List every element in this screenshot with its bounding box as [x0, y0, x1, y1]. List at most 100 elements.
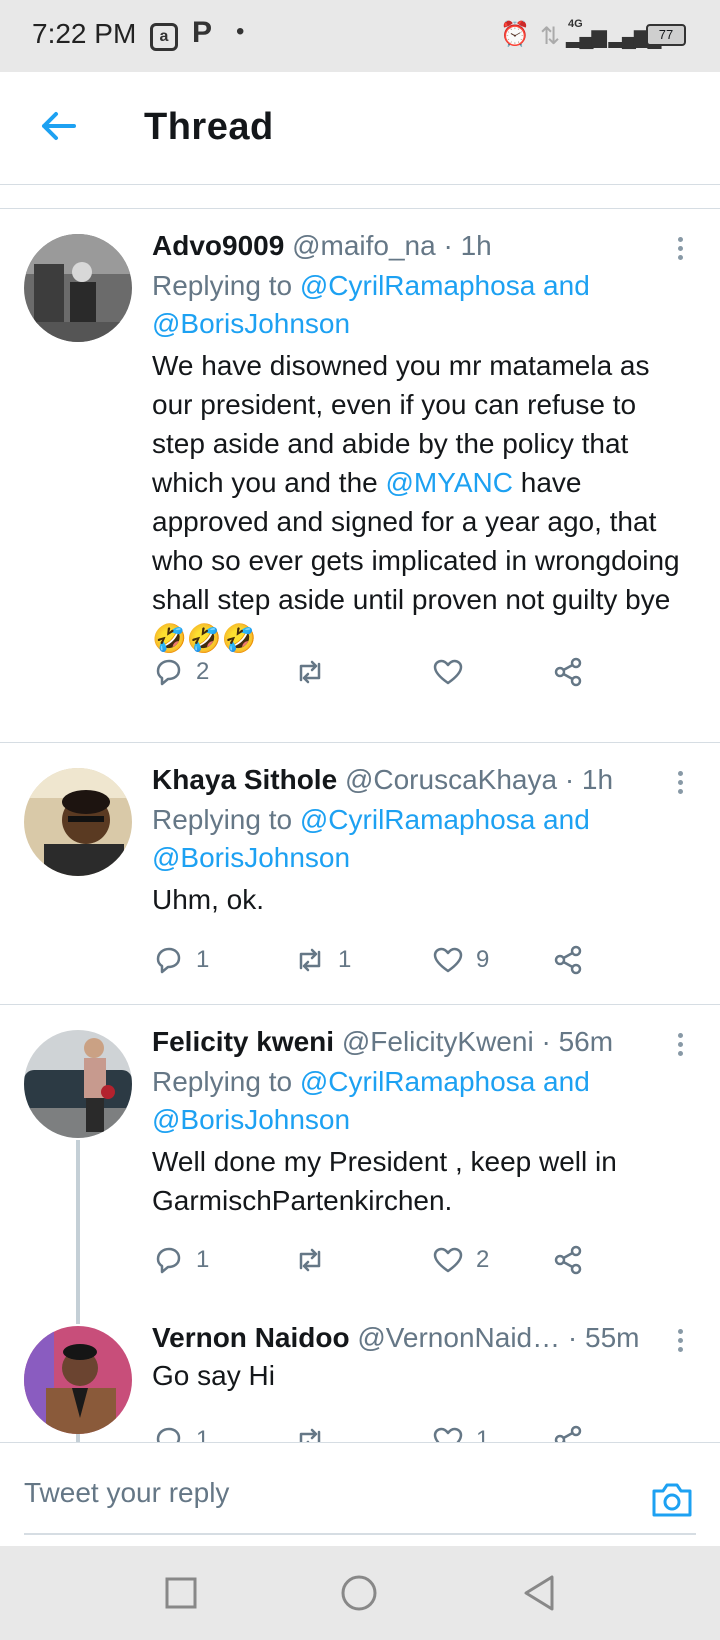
notification-p-icon: P [192, 16, 213, 49]
like-icon [433, 1427, 463, 1442]
reply-icon [156, 1427, 181, 1442]
tweet-actions: 1 1 9 [152, 940, 632, 980]
tweet-text: We have disowned you mr matamela as our … [152, 346, 692, 658]
tweet[interactable]: Vernon Naidoo @VernonNaid… · 55m Go say … [0, 1306, 720, 1442]
share-icon [554, 657, 582, 687]
retweet-icon [299, 660, 321, 684]
retweet-icon [299, 1248, 321, 1272]
avatar[interactable] [24, 1030, 132, 1138]
notification-dot-icon: • [236, 18, 245, 45]
replying-and[interactable]: and [543, 804, 590, 835]
tweet[interactable]: Khaya Sithole @CoruscaKhaya · 1h Replyin… [0, 744, 720, 1004]
system-nav-bar [0, 1546, 720, 1640]
more-icon[interactable] [670, 1030, 690, 1060]
reply-icon [156, 659, 181, 686]
tweet[interactable]: Felicity kweni @FelicityKweni · 56m Repl… [0, 1006, 720, 1306]
tweet-text: Go say Hi [152, 1360, 275, 1391]
nav-recents-icon[interactable] [164, 1576, 198, 1610]
replying-label: Replying to [152, 1066, 293, 1097]
retweet-button[interactable]: 1 [294, 940, 351, 980]
back-arrow-icon[interactable] [38, 106, 78, 146]
like-count: 1 [476, 1426, 490, 1442]
nav-back-icon[interactable] [522, 1574, 556, 1612]
like-button[interactable]: 2 [432, 1240, 489, 1280]
mention-link[interactable]: @BorisJohnson [152, 308, 350, 339]
author-name[interactable]: Khaya Sithole [152, 764, 337, 795]
share-button[interactable] [552, 1240, 584, 1280]
status-time: 7:22 PM [32, 18, 137, 49]
replying-label: Replying to [152, 270, 293, 301]
author-handle[interactable]: @FelicityKweni [342, 1026, 534, 1057]
status-bar: 7:22 PM a P • ⏰ ⇅ 4G ▂▄▆ ▂▄▆█ 77 [0, 0, 720, 72]
share-button[interactable] [552, 652, 584, 692]
reply-underline [24, 1533, 696, 1535]
replying-and[interactable]: and [543, 1066, 590, 1097]
section-divider [0, 208, 720, 209]
mention-link[interactable]: @CyrilRamaphosa [300, 270, 535, 301]
battery-icon: 77 [646, 24, 686, 46]
retweet-count: 1 [338, 946, 352, 973]
share-icon [554, 945, 582, 975]
reply-input[interactable]: Tweet your reply [24, 1477, 229, 1509]
author-handle[interactable]: @maifo_na [292, 230, 436, 261]
more-icon[interactable] [670, 1326, 690, 1356]
mention-link[interactable]: @MYANC [386, 467, 513, 498]
retweet-icon [299, 1428, 321, 1442]
like-count: 9 [476, 946, 490, 973]
tweet-time: 1h [581, 764, 614, 795]
share-icon [554, 1425, 582, 1442]
tweet-time: 1h [460, 230, 492, 261]
avatar[interactable] [24, 1326, 132, 1434]
author-name[interactable]: Vernon Naidoo [152, 1322, 350, 1353]
alarm-icon: ⏰ [500, 21, 530, 48]
battery-level: 77 [646, 24, 686, 46]
app-header: Thread [0, 72, 720, 185]
author-handle[interactable]: @CoruscaKhaya [345, 764, 557, 795]
tweet-time: 55m [585, 1322, 640, 1353]
data-arrows-icon: ⇅ [540, 23, 561, 50]
retweet-icon [299, 948, 321, 972]
tweet-text: Uhm, ok. [152, 884, 265, 915]
reply-button[interactable]: 1 [152, 1240, 209, 1280]
reply-count: 1 [196, 1426, 210, 1442]
share-button[interactable] [552, 1420, 584, 1442]
more-icon[interactable] [670, 768, 690, 798]
mention-link[interactable]: @BorisJohnson [152, 1104, 350, 1135]
more-icon[interactable] [670, 234, 690, 264]
author-name[interactable]: Felicity kweni [152, 1026, 334, 1057]
reply-button[interactable]: 1 [152, 1420, 209, 1442]
author-handle[interactable]: @VernonNaid… [357, 1322, 560, 1353]
avatar[interactable] [24, 234, 132, 342]
camera-icon[interactable] [650, 1479, 694, 1519]
share-button[interactable] [552, 940, 584, 980]
retweet-button[interactable] [294, 1420, 338, 1442]
mention-link[interactable]: @BorisJohnson [152, 842, 350, 873]
tweet-divider [0, 1004, 720, 1005]
tweet[interactable]: Advo9009 @maifo_na · 1h Replying to @Cyr… [0, 210, 720, 742]
page-title: Thread [144, 106, 274, 148]
like-button[interactable]: 9 [432, 940, 489, 980]
avatar[interactable] [24, 768, 132, 876]
replying-and[interactable]: and [543, 270, 590, 301]
reply-button[interactable]: 1 [152, 940, 209, 980]
notification-app-icon: a [150, 20, 178, 51]
reply-button[interactable]: 2 [152, 652, 209, 692]
like-icon [433, 659, 463, 685]
tweet-time: 56m [558, 1026, 614, 1057]
mention-link[interactable]: @CyrilRamaphosa [300, 1066, 535, 1097]
mention-link[interactable]: @CyrilRamaphosa [300, 804, 535, 835]
retweet-button[interactable] [294, 1240, 338, 1280]
share-icon [554, 1245, 582, 1275]
like-icon [433, 947, 463, 973]
like-button[interactable]: 1 [432, 1420, 489, 1442]
nav-home-icon[interactable] [340, 1574, 378, 1612]
like-button[interactable] [432, 652, 476, 692]
retweet-button[interactable] [294, 652, 338, 692]
author-name[interactable]: Advo9009 [152, 230, 284, 261]
tweet-text: Well done my President , keep well in Ga… [152, 1146, 617, 1216]
like-icon [433, 1247, 463, 1273]
tweet-actions: 2 [152, 652, 632, 692]
reply-icon [156, 1247, 181, 1274]
tweet-actions: 1 2 [152, 1240, 632, 1280]
replying-label: Replying to [152, 804, 293, 835]
